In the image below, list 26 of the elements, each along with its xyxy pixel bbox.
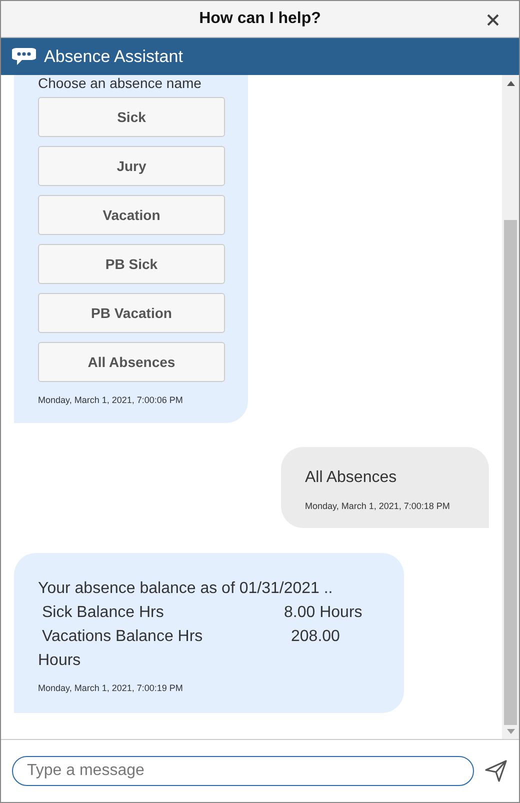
option-button[interactable]: Vacation xyxy=(38,195,225,235)
balance-value: 8.00 Hours xyxy=(284,603,362,623)
message-text: Choose an absence name xyxy=(38,75,202,91)
balance-value: 208.00 xyxy=(290,627,340,647)
option-button[interactable]: PB Vacation xyxy=(38,293,225,333)
send-icon[interactable] xyxy=(484,759,508,783)
timestamp: Monday, March 1, 2021, 7:00:06 PM xyxy=(38,395,184,405)
window-title: How can I help? xyxy=(199,10,321,28)
option-button[interactable]: All Absences xyxy=(38,342,225,382)
chat-bubble-icon xyxy=(12,46,36,66)
message-input[interactable]: Type a message xyxy=(12,756,474,786)
assistant-title: Absence Assistant xyxy=(44,46,183,66)
scroll-bar[interactable] xyxy=(502,75,519,739)
balance-label: Sick Balance Hrs xyxy=(42,603,165,623)
message-text: Hours xyxy=(38,651,82,671)
timestamp: Monday, March 1, 2021, 7:00:19 PM xyxy=(38,683,184,693)
scroll-up-icon[interactable] xyxy=(506,81,514,86)
scroll-thumb[interactable] xyxy=(504,220,517,725)
balance-label: Vacations Balance Hrs xyxy=(42,627,204,647)
message-text: Your absence balance as of 01/31/2021 .. xyxy=(38,579,334,599)
timestamp: Monday, March 1, 2021, 7:00:18 PM xyxy=(305,501,451,511)
option-button[interactable]: Jury xyxy=(38,146,225,186)
option-button[interactable]: Sick xyxy=(38,97,225,137)
close-icon[interactable] xyxy=(487,14,499,26)
option-button[interactable]: PB Sick xyxy=(38,244,225,284)
message-text: All Absences xyxy=(305,469,398,487)
